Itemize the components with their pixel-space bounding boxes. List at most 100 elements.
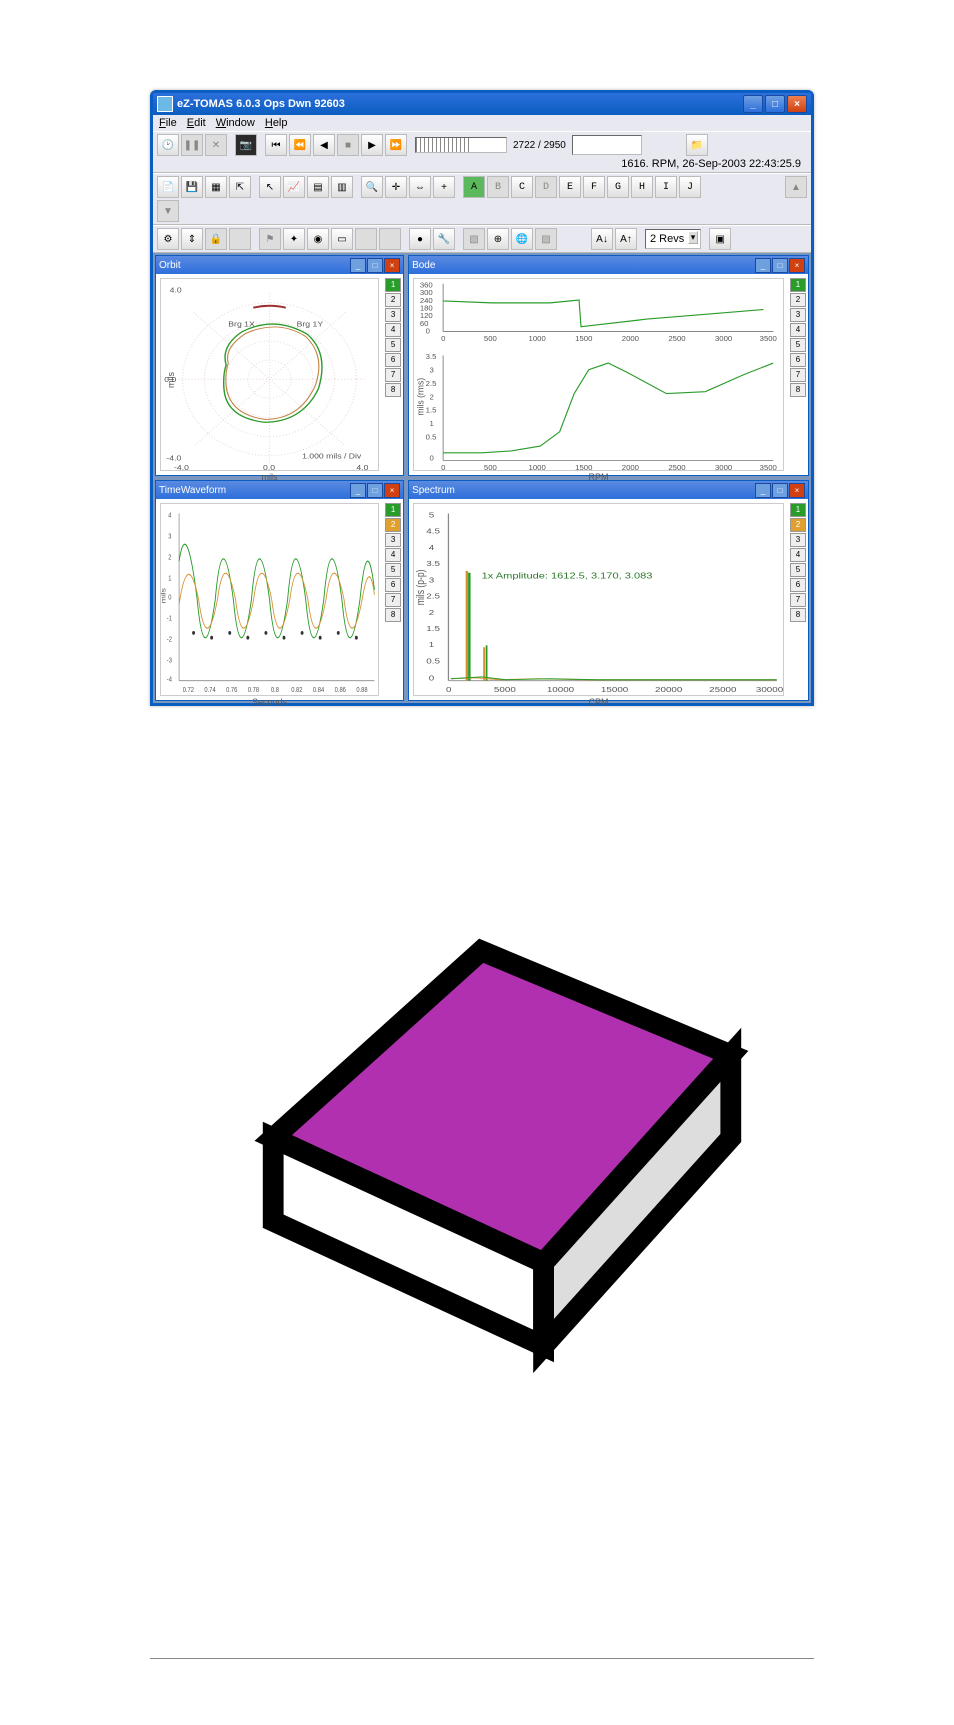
svg-text:15000: 15000 <box>601 685 628 694</box>
legend-7[interactable]: 7 <box>385 368 401 382</box>
polar-icon[interactable]: ◉ <box>307 228 329 250</box>
revs-select[interactable]: 2 Revs <box>645 229 701 249</box>
cursor-icon[interactable]: ↖ <box>259 176 281 198</box>
skip-back-icon[interactable]: ⏪ <box>289 134 311 156</box>
prev-icon[interactable]: ◀ <box>313 134 335 156</box>
window-title: eZ-TOMAS 6.0.3 Ops Dwn 92603 <box>177 98 345 110</box>
probe-icon[interactable]: ⚙ <box>157 228 179 250</box>
close-button[interactable]: × <box>787 95 807 113</box>
twf-plot[interactable]: 43 21 0-1 -2-3 -4 0.720.74 0.760.78 0.80… <box>160 503 379 696</box>
sort-desc-icon[interactable]: A↑ <box>615 228 637 250</box>
camera-icon[interactable]: 📷 <box>235 134 257 156</box>
orbit-plot[interactable]: Brg 1X Brg 1Y 1.000 mils / Div 4.0 0.0 -… <box>160 278 379 471</box>
stop-icon[interactable]: ■ <box>337 134 359 156</box>
letter-f[interactable]: F <box>583 176 605 198</box>
first-icon[interactable]: ⏮ <box>265 134 287 156</box>
next-icon[interactable]: ▶ <box>361 134 383 156</box>
legend-6[interactable]: 6 <box>385 353 401 367</box>
fill-icon[interactable]: ▨ <box>535 228 557 250</box>
trend-icon[interactable]: 📈 <box>283 176 305 198</box>
gauge-icon[interactable]: 🕑 <box>157 134 179 156</box>
overlay-icon[interactable]: ▧ <box>463 228 485 250</box>
svg-text:30000: 30000 <box>756 685 783 694</box>
chan-up-icon[interactable]: ▲ <box>785 176 807 198</box>
legend-2[interactable]: 2 <box>385 293 401 307</box>
svg-text:1000: 1000 <box>529 463 546 470</box>
bode-close[interactable]: × <box>789 258 805 273</box>
twf-close[interactable]: × <box>384 483 400 498</box>
letter-b[interactable]: B <box>487 176 509 198</box>
folder-icon[interactable]: 📁 <box>686 134 708 156</box>
menubar: File Edit Window Help <box>153 115 811 131</box>
twf-max[interactable]: □ <box>367 483 383 498</box>
pane-twf: TimeWaveform _ □ × 43 <box>155 480 404 701</box>
spectrum-close[interactable]: × <box>789 483 805 498</box>
legend-8[interactable]: 8 <box>385 383 401 397</box>
bars-icon[interactable]: ▥ <box>331 176 353 198</box>
titlebar[interactable]: eZ-TOMAS 6.0.3 Ops Dwn 92603 _ □ × <box>153 93 811 115</box>
svg-text:1.5: 1.5 <box>426 406 437 415</box>
globe-icon[interactable]: 🌐 <box>511 228 533 250</box>
chan-dn-icon[interactable]: ▼ <box>157 200 179 222</box>
menu-edit[interactable]: Edit <box>187 117 206 129</box>
letter-d[interactable]: D <box>535 176 557 198</box>
letter-j[interactable]: J <box>679 176 701 198</box>
circle-icon[interactable]: ● <box>409 228 431 250</box>
bode-min[interactable]: _ <box>755 258 771 273</box>
wrench-icon[interactable]: 🔧 <box>433 228 455 250</box>
orbit-min[interactable]: _ <box>350 258 366 273</box>
maximize-button[interactable]: □ <box>765 95 785 113</box>
spectrum-max[interactable]: □ <box>772 483 788 498</box>
letter-i[interactable]: I <box>655 176 677 198</box>
pause-icon[interactable]: ❚❚ <box>181 134 203 156</box>
spectrum-min[interactable]: _ <box>755 483 771 498</box>
letter-c[interactable]: C <box>511 176 533 198</box>
layout-icon[interactable]: ▦ <box>205 176 227 198</box>
sort-asc-icon[interactable]: A↓ <box>591 228 613 250</box>
zoom-icon[interactable]: 🔍 <box>361 176 383 198</box>
svg-text:mils (p-p): mils (p-p) <box>415 569 427 605</box>
orbit-close[interactable]: × <box>384 258 400 273</box>
legend-3[interactable]: 3 <box>385 308 401 322</box>
export-icon[interactable]: ⇱ <box>229 176 251 198</box>
legend-1[interactable]: 1 <box>385 278 401 292</box>
svg-text:2: 2 <box>168 554 171 562</box>
notes-icon[interactable]: 📄 <box>157 176 179 198</box>
rect-icon[interactable]: ▭ <box>331 228 353 250</box>
spectrum-plot[interactable]: 1x Amplitude: 1612.5, 3.170, 3.083 54.5 … <box>413 503 784 696</box>
lock-icon[interactable]: 🔒 <box>205 228 227 250</box>
legend-4[interactable]: 4 <box>385 323 401 337</box>
letter-e[interactable]: E <box>559 176 581 198</box>
scale-icon[interactable]: ⇕ <box>181 228 203 250</box>
letter-h[interactable]: H <box>631 176 653 198</box>
cross-icon[interactable]: ✕ <box>205 134 227 156</box>
skip-fwd-icon[interactable]: ⏩ <box>385 134 407 156</box>
legend-5[interactable]: 5 <box>385 338 401 352</box>
menu-help[interactable]: Help <box>265 117 288 129</box>
search-box[interactable] <box>572 135 642 155</box>
disk-icon[interactable]: 💾 <box>181 176 203 198</box>
play-counter: 2722 / 2950 <box>513 140 566 151</box>
svg-text:0.5: 0.5 <box>426 657 440 666</box>
crosshair-icon[interactable]: + <box>433 176 455 198</box>
bode-max[interactable]: □ <box>772 258 788 273</box>
target-icon[interactable]: ⊕ <box>487 228 509 250</box>
svg-text:20000: 20000 <box>655 685 682 694</box>
orbit-max[interactable]: □ <box>367 258 383 273</box>
menu-file[interactable]: File <box>159 117 177 129</box>
bode-plot[interactable]: 360300 240180 12060 0 0500 10001500 2000… <box>413 278 784 471</box>
svg-text:Brg 1X: Brg 1X <box>228 320 255 328</box>
center-icon[interactable]: ✛ <box>385 176 407 198</box>
twf-min[interactable]: _ <box>350 483 366 498</box>
letter-a[interactable]: A <box>463 176 485 198</box>
minimize-button[interactable]: _ <box>743 95 763 113</box>
menu-window[interactable]: Window <box>216 117 255 129</box>
svg-text:0.84: 0.84 <box>313 686 324 694</box>
bounds-icon[interactable]: ⇔ <box>409 176 431 198</box>
playback-track[interactable] <box>415 137 507 153</box>
nodes-icon[interactable]: ✦ <box>283 228 305 250</box>
flag-icon[interactable]: ⚑ <box>259 228 281 250</box>
grid-icon[interactable]: ▤ <box>307 176 329 198</box>
letter-g[interactable]: G <box>607 176 629 198</box>
apply-icon[interactable]: ▣ <box>709 228 731 250</box>
